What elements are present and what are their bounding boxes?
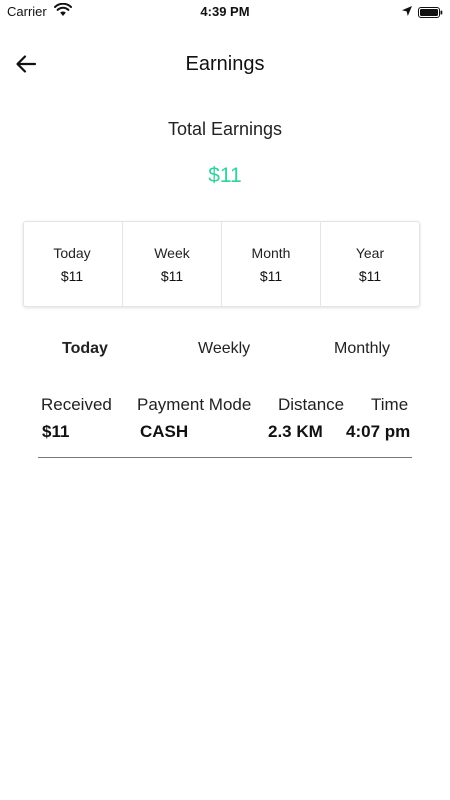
column-header-payment-mode: Payment Mode <box>137 395 252 414</box>
earnings-summary-card: Today $11 Week $11 Month $11 Year $11 <box>23 221 420 307</box>
summary-cell-month: Month $11 <box>222 222 321 306</box>
summary-cell-today: Today $11 <box>24 222 123 306</box>
summary-cell-week: Week $11 <box>123 222 222 306</box>
status-time: 4:39 PM <box>200 4 250 19</box>
battery-icon <box>418 5 443 18</box>
tab-today[interactable]: Today <box>62 340 108 358</box>
tab-weekly[interactable]: Weekly <box>198 340 250 358</box>
column-header-distance: Distance <box>278 395 345 414</box>
summary-cell-year: Year $11 <box>321 222 419 306</box>
total-earnings-label: Total Earnings <box>167 119 283 139</box>
summary-value: $11 <box>160 268 184 284</box>
summary-value: $11 <box>60 268 84 284</box>
cell-received: $11 <box>42 422 70 441</box>
row-divider <box>38 457 412 458</box>
cell-time: 4:07 pm <box>346 422 411 441</box>
total-earnings-amount: $11 <box>208 164 242 187</box>
column-header-received: Received <box>41 395 112 414</box>
status-bar: Carrier 4:39 PM <box>0 0 450 24</box>
summary-period-label: Today <box>53 245 91 261</box>
page-title: Earnings <box>185 53 265 75</box>
column-header-time: Time <box>371 395 409 414</box>
summary-value: $11 <box>358 268 382 284</box>
summary-period-label: Year <box>355 245 385 261</box>
location-arrow-icon <box>401 4 413 16</box>
tab-monthly[interactable]: Monthly <box>334 340 390 358</box>
summary-value: $11 <box>259 268 283 284</box>
cell-payment-mode: CASH <box>140 422 189 441</box>
summary-period-label: Month <box>251 245 291 261</box>
summary-period-label: Week <box>154 245 190 261</box>
cell-distance: 2.3 KM <box>268 422 323 441</box>
